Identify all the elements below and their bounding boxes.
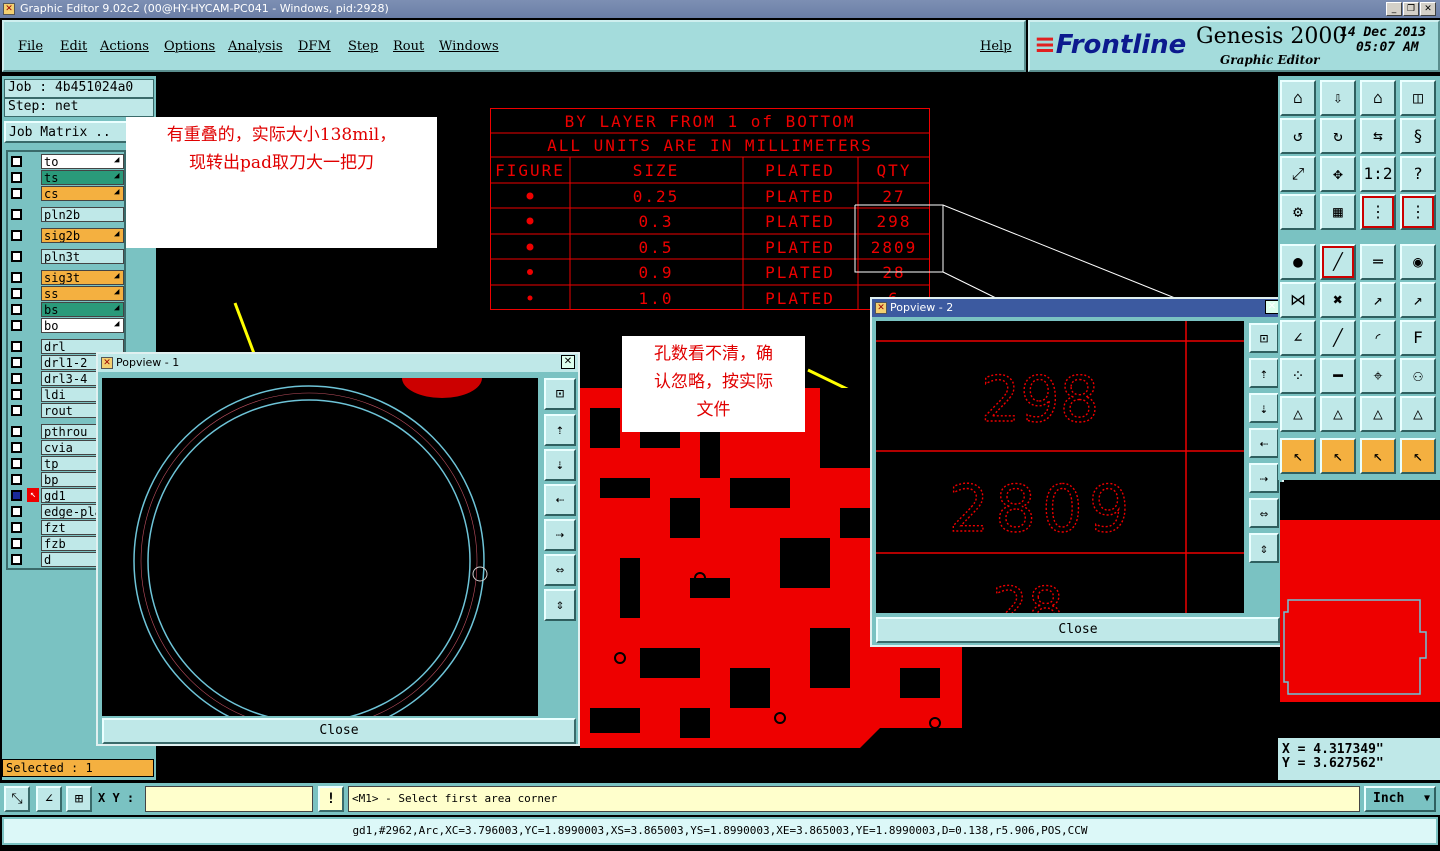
- line-icon[interactable]: ╱: [1320, 244, 1356, 280]
- group-icon[interactable]: ⚇: [1400, 358, 1436, 394]
- scale-icon[interactable]: 1:2: [1360, 156, 1396, 192]
- xy-label: X Y :: [98, 791, 135, 805]
- select-area-icon[interactable]: ⤡: [4, 786, 30, 812]
- alert-icon[interactable]: !: [318, 786, 344, 812]
- pan-left-icon[interactable]: ⇠: [544, 484, 576, 516]
- split-icon[interactable]: §: [1400, 118, 1436, 154]
- ruler-icon[interactable]: ═: [1360, 244, 1396, 280]
- zoom-in-icon[interactable]: ⇡: [1249, 358, 1279, 388]
- popview-icon: ✕: [875, 302, 887, 314]
- tri3-icon[interactable]: △: [1360, 396, 1396, 432]
- connect-icon[interactable]: ⋮: [1360, 194, 1396, 230]
- popview-2-title: Popview - 2: [890, 301, 954, 314]
- measure-icon[interactable]: ∠: [36, 786, 62, 812]
- measure-icon[interactable]: ⌖: [1360, 358, 1396, 394]
- mini-map: [1280, 482, 1440, 734]
- pair-icon[interactable]: ⁘: [1280, 358, 1316, 394]
- units-dropdown[interactable]: Inch ▼: [1364, 786, 1436, 812]
- swap-icon[interactable]: ⇆: [1360, 118, 1396, 154]
- snap-icon[interactable]: ⚙: [1280, 194, 1316, 230]
- popview-2-titlebar: ✕ Popview - 2 ✕: [872, 299, 1282, 317]
- home-icon[interactable]: ⌂: [1280, 80, 1316, 116]
- down-icon[interactable]: ⇩: [1320, 80, 1356, 116]
- fit-vertical-icon[interactable]: ⇕: [544, 589, 576, 621]
- bar-icon[interactable]: ━: [1320, 358, 1356, 394]
- popview-1-close-button[interactable]: Close: [102, 718, 576, 744]
- tool-palette: ⌂ ⇩ ⌂ ◫ ↺ ↻ ⇆ § ⤢ ✥ 1:2? ⚙ ▦ ⋮ ⋮ ● ╱ ═ ◉ ⋈ ✖ ↗ ↗ ∠ ╱ ◜ F ⁘ ━ ⌖ ⚇ △ △ △ △ ↖ ↖…: [1278, 76, 1440, 480]
- pan-left-icon[interactable]: ⇠: [1249, 428, 1279, 458]
- pan-right-icon[interactable]: ⇢: [544, 519, 576, 551]
- arrow2-icon[interactable]: ↗: [1400, 282, 1436, 318]
- units-value: Inch: [1373, 791, 1405, 806]
- circle-icon[interactable]: ◉: [1400, 244, 1436, 280]
- command-bar: ⤡ ∠ ⊞ X Y : ! <M1> - Select first area c…: [0, 783, 1440, 815]
- redo-icon[interactable]: ↻: [1320, 118, 1356, 154]
- arrow-icon[interactable]: ↗: [1360, 282, 1396, 318]
- arc-icon[interactable]: ◜: [1360, 320, 1396, 356]
- popview-1-titlebar: ✕ Popview - 1 ✕: [98, 354, 578, 372]
- popview-2-close-icon[interactable]: ✕: [1265, 300, 1279, 314]
- popview-1-close-icon[interactable]: ✕: [561, 355, 575, 369]
- coord-y: Y = 3.627562": [1282, 756, 1384, 771]
- fit-vertical-icon[interactable]: ⇕: [1249, 533, 1279, 563]
- slash-icon[interactable]: ╱: [1320, 320, 1356, 356]
- popview-1-window: ✕ Popview - 1 ✕ ⊡ ⇡ ⇣ ⇠ ⇢ ⇔ ⇕ Close: [96, 352, 580, 746]
- pointer-icon[interactable]: ↖: [1280, 438, 1316, 474]
- window-icon[interactable]: ◫: [1400, 80, 1436, 116]
- network-icon[interactable]: ⋮: [1400, 194, 1436, 230]
- fit-horizontal-icon[interactable]: ⇔: [1249, 498, 1279, 528]
- angle-icon[interactable]: ∠: [1280, 320, 1316, 356]
- popview-icon: ✕: [101, 357, 113, 369]
- node-icon[interactable]: ⋈: [1280, 282, 1316, 318]
- cursor-coordinates: X = 4.317349" Y = 3.627562": [1278, 738, 1440, 780]
- fit-horizontal-icon[interactable]: ⇔: [544, 554, 576, 586]
- popview-2-toolbar: ⊡ ⇡ ⇣ ⇠ ⇢ ⇔ ⇕: [1248, 321, 1282, 613]
- feature-info-bar: gd1,#2962,Arc,XC=3.796003,YC=1.8990003,X…: [2, 817, 1438, 845]
- zoom-in-icon[interactable]: ⇡: [544, 414, 576, 446]
- magnified-qty-2809: 2809: [949, 473, 1136, 547]
- center-icon[interactable]: ✥: [1320, 156, 1356, 192]
- text-icon[interactable]: F: [1400, 320, 1436, 356]
- popview-2-close-button[interactable]: Close: [876, 617, 1280, 643]
- tri2-icon[interactable]: △: [1320, 396, 1356, 432]
- zoom-home-icon[interactable]: ⊡: [544, 378, 576, 410]
- chevron-down-icon: ▼: [1423, 793, 1430, 804]
- magnified-qty-298: 298: [981, 363, 1099, 436]
- command-prompt: <M1> - Select first area corner: [348, 786, 1360, 812]
- annotation-note-holecount: 孔数看不清，确 认忽略，按实际 文件: [622, 336, 805, 432]
- undo-icon[interactable]: ↺: [1280, 118, 1316, 154]
- pad-icon[interactable]: ●: [1280, 244, 1316, 280]
- tri1-icon[interactable]: △: [1280, 396, 1316, 432]
- xy-input[interactable]: [145, 786, 313, 812]
- popview-2-canvas: 298 2809 28: [876, 321, 1244, 613]
- coord-x: X = 4.317349": [1282, 742, 1384, 757]
- pan-right-icon[interactable]: ⇢: [1249, 463, 1279, 493]
- popview-2-window: ✕ Popview - 2 ✕ 298 2809 28 ⊡ ⇡ ⇣ ⇠ ⇢ ⇔ …: [870, 297, 1284, 647]
- zoom-out-icon[interactable]: ⇣: [544, 449, 576, 481]
- popview-1-toolbar: ⊡ ⇡ ⇣ ⇠ ⇢ ⇔ ⇕: [542, 376, 578, 716]
- zoom-home-icon[interactable]: ⊡: [1249, 323, 1279, 353]
- popview-1-canvas: [102, 378, 538, 716]
- grid-icon[interactable]: ⊞: [66, 786, 92, 812]
- popview-1-title: Popview - 1: [116, 356, 180, 369]
- tri4-icon[interactable]: △: [1400, 396, 1436, 432]
- help-icon[interactable]: ?: [1400, 156, 1436, 192]
- pointer4-icon[interactable]: ↖: [1400, 438, 1436, 474]
- annotation-note-overlap: 有重叠的，实际大小138mil， 现转出pad取刀大一把刀: [126, 117, 437, 248]
- fit-icon[interactable]: ⤢: [1280, 156, 1316, 192]
- pointer3-icon[interactable]: ↖: [1360, 438, 1396, 474]
- grid-icon[interactable]: ▦: [1320, 194, 1356, 230]
- house-icon[interactable]: ⌂: [1360, 80, 1396, 116]
- cross-icon[interactable]: ✖: [1320, 282, 1356, 318]
- magnified-qty-28: 28: [992, 576, 1063, 613]
- pointer2-icon[interactable]: ↖: [1320, 438, 1356, 474]
- zoom-out-icon[interactable]: ⇣: [1249, 393, 1279, 423]
